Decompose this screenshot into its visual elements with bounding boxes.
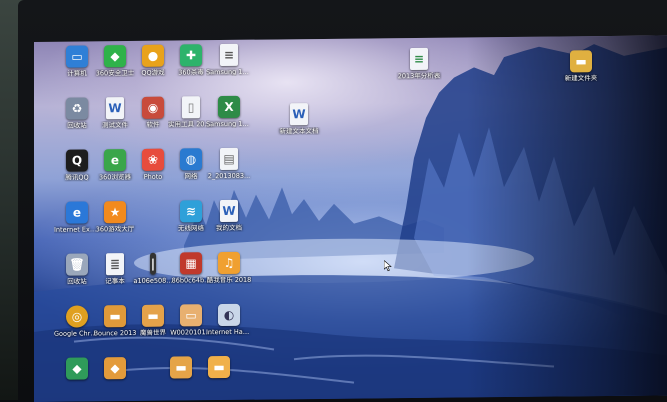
network-icon: ◍ [180,148,202,170]
app-icon: ◉ [142,97,164,119]
trash-icon: 🗑 [66,253,88,275]
document-icon: ≡ [220,44,238,66]
desktop-icon[interactable]: ◐ Internet Haozi23 [206,304,252,336]
desktop-icon[interactable]: W 我的文档 [206,200,252,232]
app-icon: ◆ [66,357,88,379]
ie-icon: e [66,201,88,223]
internet-icon: ◐ [218,304,240,326]
desktop-icon-label: 2013年分析表 [396,72,442,80]
folder-icon: ▬ [142,305,164,327]
file-icon: ▭ [180,304,202,326]
desktop-icon-label: 新建文件夹 [558,74,604,82]
computer-icon: ▭ [66,45,88,67]
game-hall-icon: ★ [104,201,126,223]
desktop-icon[interactable]: W 新建文本文档 [276,103,322,135]
image-icon: ▦ [180,252,202,274]
desktop-icon[interactable]: ≡ Samsung 19300 Sa... [206,44,252,76]
wifi-icon: ≋ [180,200,202,222]
desktop-icon-label: Internet Haozi23 [206,328,252,336]
antivirus-icon: ✚ [180,44,202,66]
app-icon: ◆ [104,357,126,379]
desktop-icon-label: 2_2013083... [206,172,252,180]
qq-game-icon: ● [142,45,164,67]
desktop-icon[interactable]: ★ 360游戏大厅 [92,201,138,233]
folder-icon: ▬ [208,356,230,378]
qq-icon: Q [66,149,88,171]
folder-icon: ▬ [104,305,126,327]
shield-icon: ◆ [104,45,126,67]
file-icon: ▯ [182,96,200,118]
word-doc-icon: W [106,97,124,119]
folder-icon: ▬ [570,50,592,72]
excel-icon: X [218,96,240,118]
desktop-icon[interactable]: ≡ 2013年分析表 [396,48,442,80]
desktop-icon-label: 360游戏大厅 [92,225,138,233]
desktop-screen: ▭ 计算机 ◆ 360安全卫士 ● QQ游戏 ✚ 360杀毒 ≡ Samsung… [34,35,667,402]
file-icon: | [150,253,156,275]
desktop-icon-label: 我的文档 [206,224,252,232]
desktop-icon[interactable]: ▬ 新建文件夹 [558,50,604,82]
image-icon: ❀ [142,149,164,171]
browser-icon: e [104,149,126,171]
desktop-icon-label: 酷我音乐 2018 [206,276,252,284]
desktop-icon-label: 新建文本文档 [276,127,322,135]
word-doc-icon: W [290,103,308,125]
word-doc-icon: W [220,200,238,222]
recycle-bin-icon: ♻ [66,97,88,119]
excel-icon: ≡ [410,48,428,70]
desktop-icon-label: Samsung 19300 Ga... [206,120,252,128]
folder-icon: ▬ [170,356,192,378]
desktop-icon[interactable]: ▤ 2_2013083... [206,148,252,180]
desktop-icon[interactable]: ◆ [92,357,138,381]
chrome-icon: ◎ [66,305,88,327]
notepad-icon: ≣ [106,253,124,275]
desktop-icon[interactable]: ♫ 酷我音乐 2018 [206,252,252,284]
desktop-icon[interactable]: ▬ [196,356,242,380]
desktop-icon[interactable]: X Samsung 19300 Ga... [206,96,252,128]
mouse-cursor-icon [384,260,392,271]
music-icon: ♫ [218,252,240,274]
desktop-icon-label: Samsung 19300 Sa... [206,68,252,76]
file-icon: ▤ [220,148,238,170]
